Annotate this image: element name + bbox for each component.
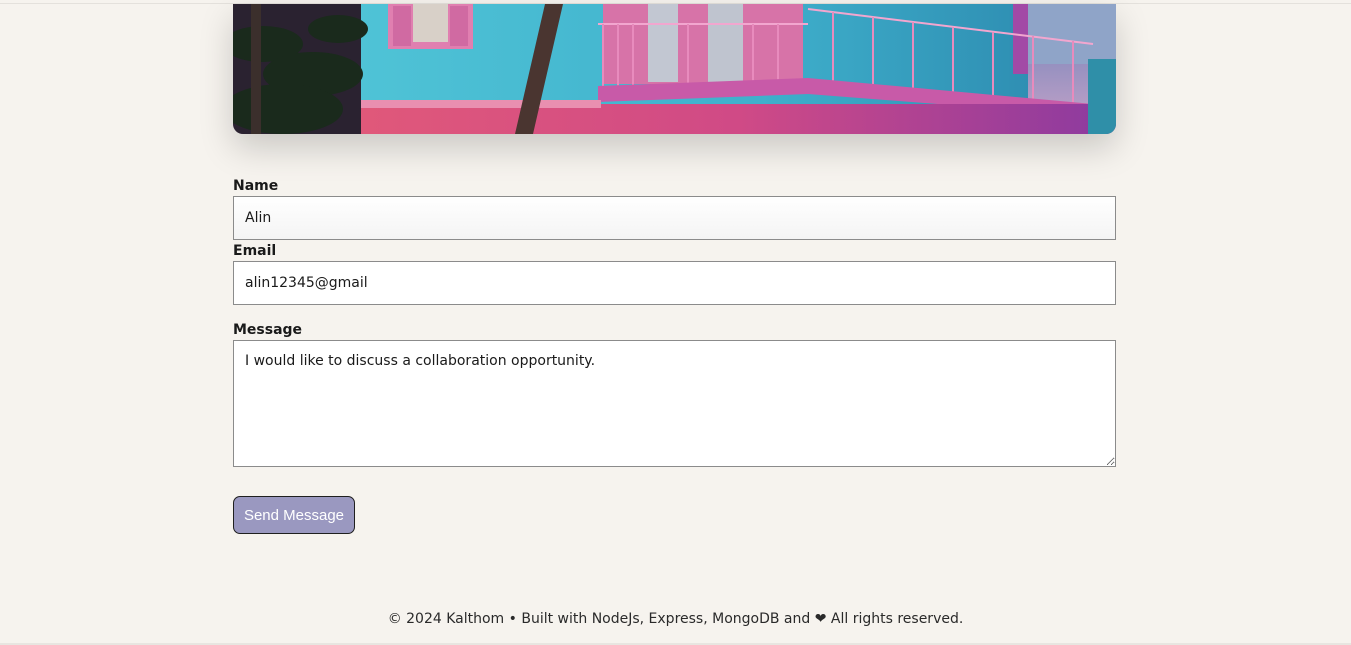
contact-form: Name Email Message I would like to discu… (233, 176, 1116, 467)
hero-image (233, 4, 1116, 134)
message-field[interactable]: I would like to discuss a collaboration … (233, 340, 1116, 467)
email-label: Email (233, 243, 277, 259)
name-group: Name (233, 176, 1116, 241)
message-group: Message I would like to discuss a collab… (233, 320, 1116, 467)
name-field[interactable] (233, 196, 1116, 240)
name-label: Name (233, 178, 279, 194)
message-label: Message (233, 322, 303, 338)
email-field[interactable] (233, 261, 1116, 305)
email-group: Email (233, 241, 1116, 320)
send-message-button[interactable]: Send Message (233, 496, 355, 534)
footer-text: © 2024 Kalthom • Built with NodeJs, Expr… (387, 611, 964, 627)
